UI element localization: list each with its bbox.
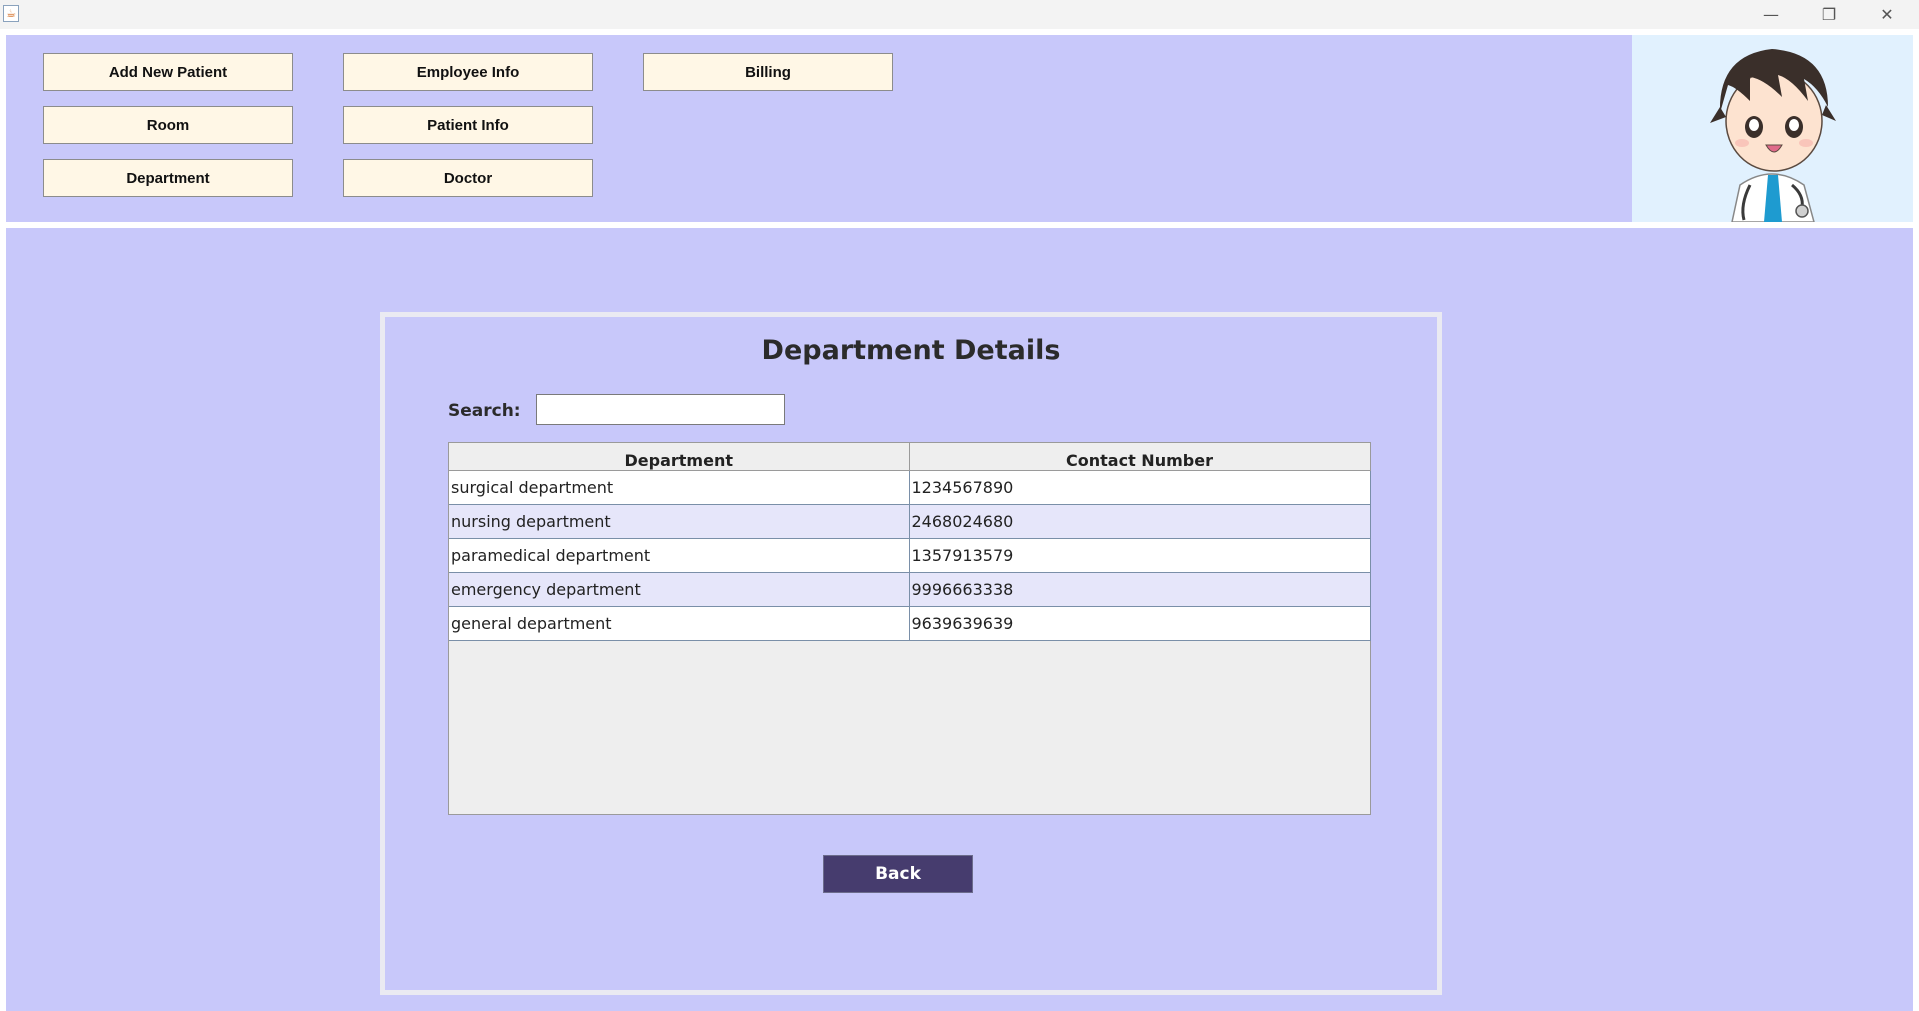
table-row[interactable]: emergency department 9996663338 (449, 572, 1371, 607)
page-title: Department Details (761, 335, 1061, 366)
back-button[interactable]: Back (823, 855, 973, 893)
patient-info-button[interactable]: Patient Info (343, 106, 593, 144)
department-cell[interactable]: emergency department (449, 572, 910, 607)
table-row[interactable]: paramedical department 1357913579 (449, 538, 1371, 573)
table-row[interactable]: nursing department 2468024680 (449, 504, 1371, 539)
department-table-grid[interactable]: Department Contact Number surgical depar… (449, 443, 1371, 641)
contact-number-cell[interactable]: 9639639639 (909, 606, 1371, 641)
search-label: Search: (448, 401, 521, 421)
contact-number-cell[interactable]: 1234567890 (909, 470, 1371, 505)
employee-info-button[interactable]: Employee Info (343, 53, 593, 91)
table-row[interactable]: surgical department 1234567890 (449, 470, 1371, 505)
search-input[interactable] (536, 394, 785, 425)
minimize-icon[interactable]: — (1742, 0, 1800, 29)
add-new-patient-button[interactable]: Add New Patient (43, 53, 293, 91)
department-details-panel: Department Details Search: Department Co… (380, 312, 1442, 995)
contact-number-cell[interactable]: 9996663338 (909, 572, 1371, 607)
doctor-mascot-illustration (1710, 49, 1836, 222)
department-cell[interactable]: surgical department (449, 470, 910, 505)
contact-number-cell[interactable]: 2468024680 (909, 504, 1371, 539)
column-header-department[interactable]: Department (449, 443, 910, 471)
department-button[interactable]: Department (43, 159, 293, 197)
department-table[interactable]: Department Contact Number surgical depar… (448, 442, 1371, 815)
table-header-row: Department Contact Number (449, 443, 1371, 471)
navigation-panel: Add New Patient Employee Info Billing Ro… (6, 35, 1632, 222)
room-button[interactable]: Room (43, 106, 293, 144)
doctor-mascot-image (1632, 35, 1913, 222)
close-icon[interactable]: ✕ (1858, 0, 1916, 29)
department-cell[interactable]: general department (449, 606, 910, 641)
window-titlebar: ☕ — ❐ ✕ (0, 0, 1919, 29)
contact-number-cell[interactable]: 1357913579 (909, 538, 1371, 573)
table-row[interactable]: general department 9639639639 (449, 606, 1371, 641)
department-cell[interactable]: nursing department (449, 504, 910, 539)
column-header-contact-number[interactable]: Contact Number (909, 443, 1371, 471)
doctor-button[interactable]: Doctor (343, 159, 593, 197)
java-app-icon: ☕ (3, 5, 19, 22)
billing-button[interactable]: Billing (643, 53, 893, 91)
department-cell[interactable]: paramedical department (449, 538, 910, 573)
restore-icon[interactable]: ❐ (1800, 0, 1858, 29)
main-content-panel: Department Details Search: Department Co… (6, 228, 1913, 1011)
